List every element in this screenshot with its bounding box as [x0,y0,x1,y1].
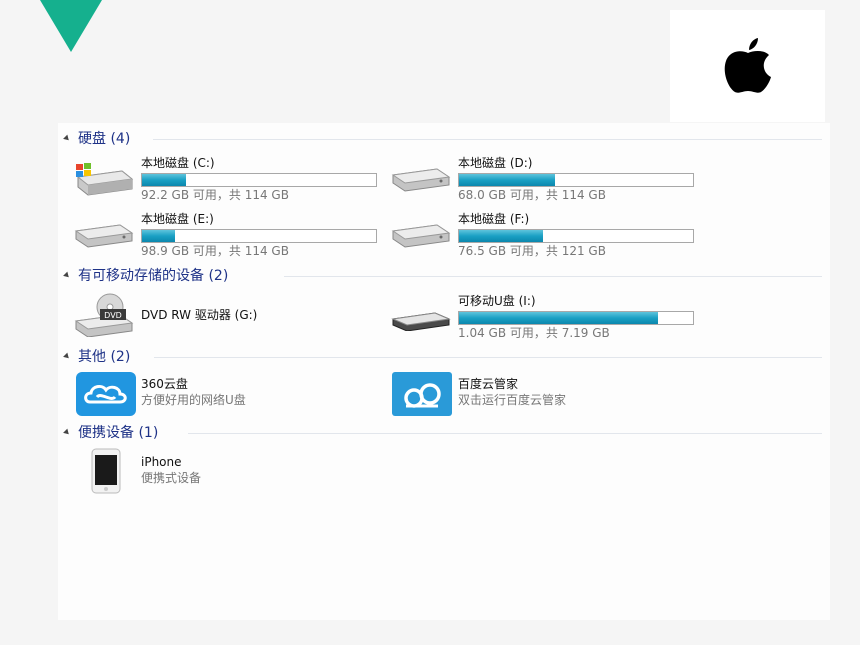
drive-name: 本地磁盘 (E:) [141,212,214,226]
usage-bar-fill [142,230,175,242]
app-name: 360云盘 [141,377,188,391]
section-other[interactable]: 其他 (2) [63,346,131,366]
windows-drive-icon [76,163,134,196]
app-desc: 双击运行百度云管家 [458,393,567,407]
collapse-triangle-icon[interactable] [63,428,71,436]
drive-info: 76.5 GB 可用，共 121 GB [458,244,606,258]
drive-d[interactable]: 本地磁盘 (D:) 68.0 GB 可用，共 114 GB [391,151,696,202]
section-portable-devices[interactable]: 便携设备 (1) [63,422,159,442]
usage-bar [458,311,694,325]
section-divider [188,433,822,434]
drive-info: 92.2 GB 可用，共 114 GB [141,188,289,202]
drive-name: 本地磁盘 (D:) [458,156,533,170]
section-divider [154,357,822,358]
drive-name: DVD RW 驱动器 (G:) [141,308,258,322]
drive-info: 1.04 GB 可用，共 7.19 GB [458,326,610,340]
usb-drive[interactable]: 可移动U盘 (I:) 1.04 GB 可用，共 7.19 GB [391,291,696,341]
section-removable-storage[interactable]: 有可移动存储的设备 (2) [63,265,229,285]
baidu-cloud-icon [392,372,452,416]
usage-bar [458,229,694,243]
drive-c[interactable]: 本地磁盘 (C:) 92.2 GB 可用，共 114 GB [74,151,379,202]
drive-info: 98.9 GB 可用，共 114 GB [141,244,289,258]
device-name: iPhone [141,455,182,469]
drive-info: 68.0 GB 可用，共 114 GB [458,188,606,202]
baidu-cloud-manager[interactable]: 百度云管家 双击运行百度云管家 [391,370,696,418]
usage-bar-fill [459,312,658,324]
usage-bar [141,173,377,187]
decorative-triangle [40,0,102,52]
section-title: 硬盘 (4) [78,131,131,147]
usage-bar [141,229,377,243]
collapse-triangle-icon[interactable] [63,271,71,279]
cloud-360[interactable]: 360云盘 方便好用的网络U盘 [74,370,379,418]
cloud-icon [76,372,136,416]
drive-name: 本地磁盘 (C:) [141,156,215,170]
usb-drive-icon [391,312,451,331]
apple-logo-box [670,10,825,122]
usage-bar [458,173,694,187]
app-name: 百度云管家 [458,377,519,391]
drive-name: 可移动U盘 (I:) [458,294,536,308]
device-desc: 便携式设备 [141,471,202,485]
app-desc: 方便好用的网络U盘 [141,393,246,407]
collapse-triangle-icon[interactable] [63,352,71,360]
hard-drive-icon [391,224,451,248]
iphone-icon [91,448,121,494]
hard-drive-icon [391,168,451,192]
explorer-panel: 硬盘 (4) 本地磁盘 (C:) 92.2 GB 可用，共 114 GB 本地磁… [58,123,830,620]
section-title: 便携设备 (1) [78,425,159,441]
drive-e[interactable]: 本地磁盘 (E:) 98.9 GB 可用，共 114 GB [74,207,379,258]
usage-bar-fill [459,174,555,186]
dvd-drive[interactable]: DVD DVD RW 驱动器 (G:) [74,291,379,341]
drive-name: 本地磁盘 (F:) [458,212,530,226]
section-title: 其他 (2) [78,349,131,365]
section-title: 有可移动存储的设备 (2) [78,268,229,284]
usage-bar-fill [142,174,187,186]
dvd-badge-text: DVD [104,311,122,320]
dvd-drive-icon: DVD [74,293,134,337]
hard-drive-icon [74,224,134,248]
section-divider [153,139,822,140]
section-hard-drives[interactable]: 硬盘 (4) [63,128,131,148]
apple-logo-icon [724,38,771,93]
usage-bar-fill [459,230,544,242]
section-divider [284,276,822,277]
drive-f[interactable]: 本地磁盘 (F:) 76.5 GB 可用，共 121 GB [391,207,696,258]
iphone-device[interactable]: iPhone 便携式设备 [74,448,379,496]
collapse-triangle-icon[interactable] [63,134,71,142]
